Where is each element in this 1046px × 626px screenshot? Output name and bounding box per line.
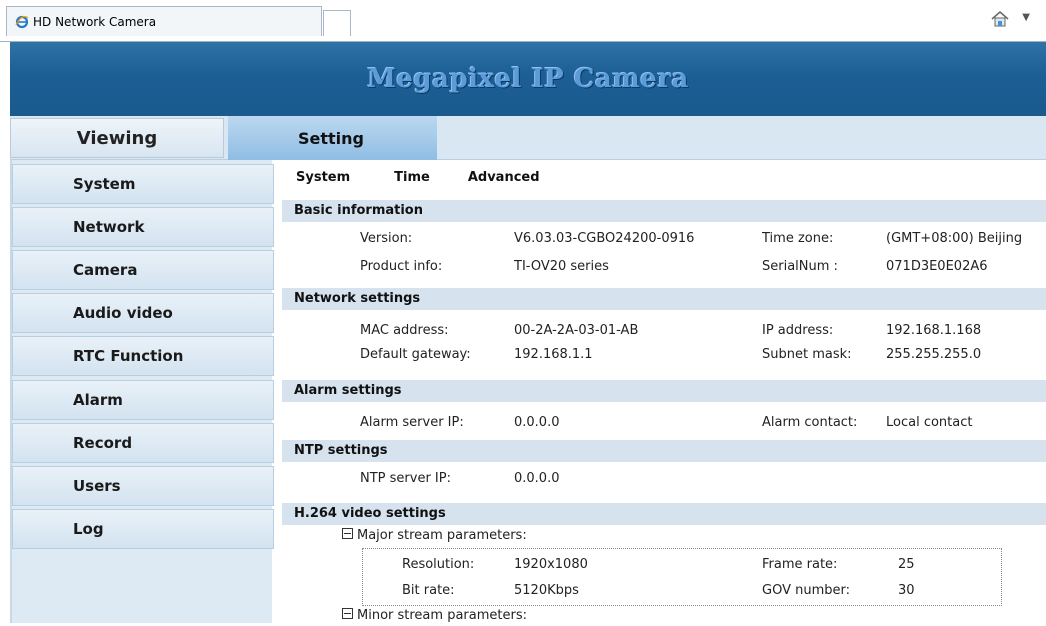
subtab-system[interactable]: System	[282, 166, 364, 190]
ntp-server-label: NTP server IP:	[360, 471, 451, 486]
home-dropdown-icon[interactable]: ▼	[1022, 12, 1030, 23]
timezone-value: (GMT+08:00) Beijing	[886, 231, 1023, 246]
sidebar-item-users[interactable]: Users	[12, 466, 274, 506]
subnet-label: Subnet mask:	[762, 347, 852, 362]
major-stream-toggle[interactable]: Major stream parameters:	[342, 526, 527, 546]
alarm-contact-value: Local contact	[886, 415, 973, 430]
ip-value: 192.168.1.168	[886, 323, 982, 338]
sidebar-item-log[interactable]: Log	[12, 509, 274, 549]
new-tab-button[interactable]	[323, 10, 351, 36]
product-label: Product info:	[360, 259, 443, 274]
ie-icon	[15, 15, 29, 28]
subtabs: System Time Advanced	[282, 166, 554, 190]
version-label: Version:	[360, 231, 413, 246]
row-version: Version: V6.03.03-CGBO24200-0916 Time zo…	[282, 228, 1046, 250]
sidebar-item-camera[interactable]: Camera	[12, 250, 274, 290]
browser-tab[interactable]: HD Network Camera	[6, 6, 322, 36]
gov-label: GOV number:	[762, 583, 850, 598]
row-ntp: NTP server IP: 0.0.0.0	[282, 468, 1046, 490]
row-alarm: Alarm server IP: 0.0.0.0 Alarm contact: …	[282, 412, 1046, 434]
browser-tab-title: HD Network Camera	[33, 14, 157, 29]
serial-label: SerialNum :	[762, 259, 838, 274]
main-content: System Time Advanced Basic information V…	[282, 160, 1046, 623]
timezone-label: Time zone:	[762, 231, 834, 246]
mac-label: MAC address:	[360, 323, 449, 338]
alarm-server-label: Alarm server IP:	[360, 415, 464, 430]
sidebar-item-rtc-function[interactable]: RTC Function	[12, 336, 274, 376]
home-icon[interactable]	[990, 10, 1010, 28]
section-network-settings: Network settings	[282, 288, 1046, 310]
minor-stream-toggle[interactable]: Minor stream parameters:	[342, 606, 527, 626]
minor-stream-label: Minor stream parameters:	[357, 608, 527, 623]
product-value: TI-OV20 series	[514, 259, 609, 274]
tab-setting[interactable]: Setting	[228, 116, 437, 160]
section-h264-video-settings: H.264 video settings	[282, 503, 1046, 525]
resolution-value: 1920x1080	[514, 557, 588, 572]
collapse-icon[interactable]	[342, 528, 353, 539]
alarm-contact-label: Alarm contact:	[762, 415, 858, 430]
bitrate-label: Bit rate:	[402, 583, 455, 598]
sidebar-item-record[interactable]: Record	[12, 423, 274, 463]
gov-value: 30	[898, 583, 915, 598]
row-gateway: Default gateway: 192.168.1.1 Subnet mask…	[282, 344, 1046, 366]
alarm-server-value: 0.0.0.0	[514, 415, 560, 430]
major-stream-label: Major stream parameters:	[357, 528, 527, 543]
version-value: V6.03.03-CGBO24200-0916	[514, 231, 695, 246]
gateway-value: 192.168.1.1	[514, 347, 593, 362]
gateway-label: Default gateway:	[360, 347, 471, 362]
collapse-icon[interactable]	[342, 608, 353, 619]
frame-rate-label: Frame rate:	[762, 557, 838, 572]
sidebar-item-alarm[interactable]: Alarm	[12, 380, 274, 420]
sidebar: System Network Camera Audio video RTC Fu…	[10, 160, 274, 623]
bitrate-value: 5120Kbps	[514, 583, 579, 598]
ip-label: IP address:	[762, 323, 834, 338]
subtab-advanced[interactable]: Advanced	[444, 166, 554, 190]
row-bitrate: Bit rate: 5120Kbps GOV number: 30	[282, 580, 1046, 602]
header-banner: Megapixel IP Camera	[10, 42, 1046, 116]
section-alarm-settings: Alarm settings	[282, 380, 1046, 402]
serial-value: 071D3E0E02A6	[886, 259, 988, 274]
main-nav: Viewing Setting	[10, 116, 1046, 160]
subtab-time[interactable]: Time	[364, 166, 444, 190]
row-resolution: Resolution: 1920x1080 Frame rate: 25	[282, 554, 1046, 576]
section-ntp-settings: NTP settings	[282, 440, 1046, 462]
sidebar-item-network[interactable]: Network	[12, 207, 274, 247]
tab-viewing[interactable]: Viewing	[10, 118, 224, 158]
row-mac: MAC address: 00-2A-2A-03-01-AB IP addres…	[282, 320, 1046, 342]
sidebar-item-audio-video[interactable]: Audio video	[12, 293, 274, 333]
mac-value: 00-2A-2A-03-01-AB	[514, 323, 639, 338]
ntp-server-value: 0.0.0.0	[514, 471, 560, 486]
banner-title: Megapixel IP Camera	[367, 64, 689, 94]
subnet-value: 255.255.255.0	[886, 347, 982, 362]
sidebar-item-system[interactable]: System	[12, 164, 274, 204]
section-basic-information: Basic information	[282, 200, 1046, 222]
resolution-label: Resolution:	[402, 557, 475, 572]
browser-tab-bar: HD Network Camera ▼	[0, 0, 1046, 42]
frame-rate-value: 25	[898, 557, 915, 572]
row-product: Product info: TI-OV20 series SerialNum :…	[282, 256, 1046, 278]
